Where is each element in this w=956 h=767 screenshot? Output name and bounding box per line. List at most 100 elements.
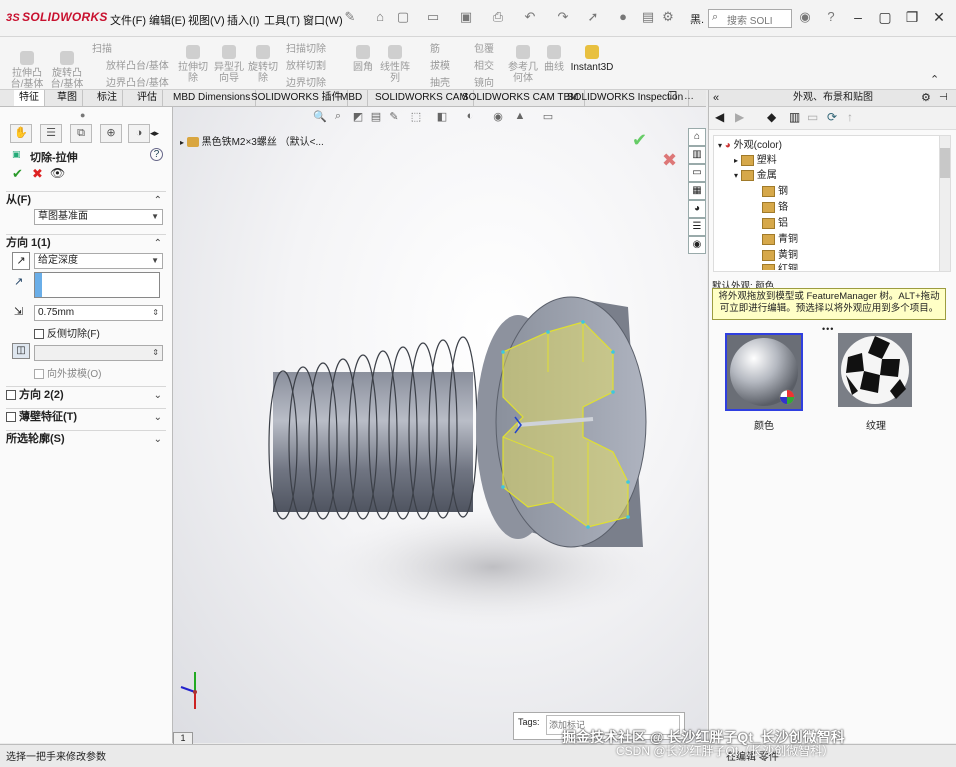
menu-view[interactable]: 视图(V) [188,12,225,28]
tabs-options-icon[interactable]: … [684,91,694,102]
wrap-button[interactable]: 包覆 [474,40,494,55]
search-input[interactable]: ⌕ 搜索 SOLI [708,9,792,28]
tab-solidworks-addins[interactable]: SOLIDWORKS 插件 [246,90,348,106]
file-explorer-icon[interactable]: ▭ [688,164,706,182]
screw-model[interactable] [173,107,707,743]
view-palette-icon[interactable]: ▦ [688,182,706,200]
tab-mbd[interactable]: MBD [335,90,369,106]
extrude-boss-button[interactable]: 拉伸凸 台/基体 [10,51,44,90]
dimxpert-tab-icon[interactable]: ⊕ [100,124,122,143]
section-selected-contours[interactable]: 所选轮廓(S) ⌄ [6,430,166,448]
appearances-icon[interactable]: ◕ [688,200,706,218]
direction-vector-field[interactable] [34,272,160,298]
menu-file[interactable]: 文件(F) [110,12,146,28]
add-folder-icon[interactable]: ▭ [807,110,818,124]
instant3d-button[interactable]: Instant3D [570,45,614,73]
pane-options-icon[interactable]: ⚙ [921,90,931,106]
pin-pane-icon[interactable]: ⊣ [939,90,948,106]
section-direction1[interactable]: 方向 1(1) ⌃ [6,234,166,252]
reference-geometry-button[interactable]: 参考几 何体 [506,45,540,84]
solidworks-logo[interactable]: 3S SOLIDWORKS [6,10,108,24]
shell-button[interactable]: 抽壳 [430,74,450,89]
mirror-button[interactable]: 镜向 [474,74,494,89]
collapse-ribbon-icon[interactable]: ⌃ [930,73,939,86]
section-direction2[interactable]: 方向 2(2) ⌄ [6,386,166,404]
spinner-icon[interactable]: ⇕ [152,306,159,320]
appearance-texture-thumb[interactable] [838,333,912,407]
redo-icon[interactable]: ↷ [555,9,571,25]
menu-window[interactable]: 窗口(W) [303,12,343,28]
design-library-icon[interactable]: ▥ [688,146,706,164]
tree-item-metal[interactable]: ▾ 金属 [734,168,777,183]
linear-pattern-button[interactable]: 线性阵 列 [378,45,412,84]
extrude-cut-button[interactable]: 拉伸切 除 [176,45,210,84]
refresh-icon[interactable]: ⟳ [827,110,837,124]
reverse-cut-checkbox[interactable]: 反侧切除(F) [34,325,100,340]
revolve-cut-button[interactable]: 旋转切 除 [246,45,280,84]
tree-item-bronze[interactable]: 青铜 [762,232,798,247]
ok-check-icon[interactable]: ✔ [12,166,23,182]
boundary-boss-button[interactable]: 边界凸台/基体 [106,74,169,89]
undo-icon[interactable]: ↶ [522,9,538,25]
panel-splitter-handle[interactable]: ● [80,110,85,120]
home-icon[interactable]: ⌂ [372,9,388,25]
tab-evaluate[interactable]: 评估 [132,90,163,106]
sweep-button[interactable]: 扫描 [92,40,112,55]
end-condition-select[interactable]: 给定深度 ▼ [34,253,163,269]
appearance-color-thumb[interactable] [725,333,803,411]
pin-icon[interactable]: ✎ [342,9,358,25]
solidworks-resources-icon[interactable]: ⌂ [688,128,706,146]
solidworks-forum-icon[interactable]: ◉ [688,236,706,254]
collapse-pane-icon[interactable]: « [713,90,719,106]
tree-item-brass[interactable]: 黄铜 [762,248,798,263]
draft-toggle-icon[interactable]: ◫ [12,343,30,359]
forward-icon[interactable]: ▶ [735,110,744,124]
swept-cut-button[interactable]: 扫描切除 [286,40,326,55]
restore-button[interactable]: ❐ [902,8,922,26]
user-icon[interactable]: ◉ [797,9,813,25]
intersect-button[interactable]: 相交 [474,57,494,72]
menu-insert[interactable]: 插入(I) [227,12,259,28]
tree-item-copper[interactable]: 红铜 [762,262,798,270]
options-gear-icon[interactable]: ⚙ [660,9,676,25]
up-icon[interactable]: ↑ [847,110,853,124]
back-icon[interactable]: ◀ [715,110,724,124]
custom-properties-icon[interactable]: ☰ [688,218,706,236]
revolve-boss-button[interactable]: 旋转凸 台/基体 [50,51,84,90]
configuration-tab-icon[interactable]: ⧉ [70,124,92,143]
panel-tabs-scroll[interactable]: ◂▸ [150,128,159,139]
tab-markup[interactable]: 标注 [92,90,123,106]
draft-button[interactable]: 拔模 [430,57,450,72]
lofted-cut-button[interactable]: 放样切割 [286,57,326,72]
tab-sketch[interactable]: 草图 [52,90,83,106]
fillet-button[interactable]: 圆角 [350,45,376,73]
reverse-direction-icon[interactable]: ↗ [12,252,30,270]
spinner-icon[interactable]: ⇕ [152,346,159,360]
help-icon[interactable]: ? [150,148,163,161]
rebuild-icon[interactable]: ● [615,9,631,25]
library-icon[interactable]: ▥ [789,110,800,124]
preview-eye-icon[interactable]: 👁 [50,166,65,180]
print-icon[interactable]: ⎙ [490,9,506,25]
splitter-handle[interactable]: ••• [822,324,834,334]
open-icon[interactable]: ▭ [425,9,441,25]
tree-item-steel[interactable]: 钢 [762,184,788,199]
favorites-icon[interactable]: ◆ [767,110,776,124]
section-thin-feature[interactable]: 薄壁特征(T) ⌄ [6,408,166,426]
cancel-x-icon[interactable]: ✖ [32,166,43,182]
tree-scrollbar[interactable] [939,135,951,272]
tab-mbd-dimensions[interactable]: MBD Dimensions [168,90,257,106]
property-manager-tab-icon[interactable]: ☰ [40,124,62,143]
maximize-button[interactable]: ▢ [875,8,895,26]
close-button[interactable]: ✕ [929,8,949,26]
new-icon[interactable]: ▢ [395,9,411,25]
tabs-restore-icon[interactable]: ❐ [668,91,677,102]
display-manager-tab-icon[interactable]: ◑ [128,124,150,143]
section-from[interactable]: 从(F) ⌃ [6,191,166,209]
help-icon[interactable]: ? [823,9,839,25]
minimize-button[interactable]: – [848,8,868,26]
draft-angle-input[interactable]: ⇕ [34,345,163,361]
boundary-cut-button[interactable]: 边界切除 [286,74,326,89]
select-icon[interactable]: ➚ [585,9,601,25]
loft-boss-button[interactable]: 放样凸台/基体 [106,57,169,72]
